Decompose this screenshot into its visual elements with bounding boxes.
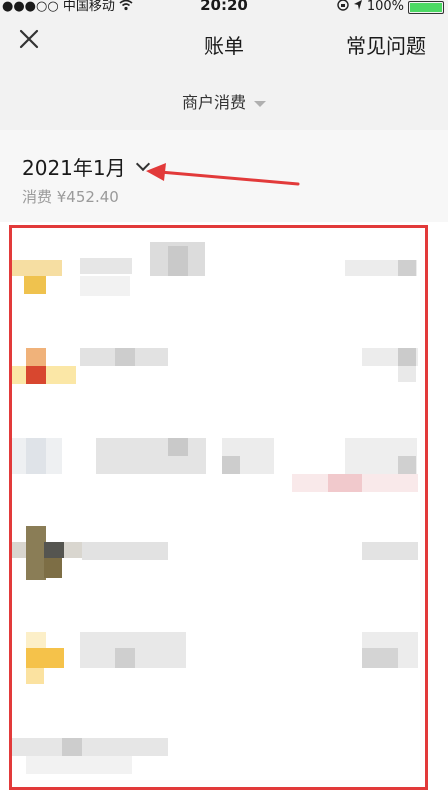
list-item[interactable]: [0, 340, 448, 430]
battery-icon: [408, 0, 444, 14]
rotation-lock-icon: [337, 0, 349, 15]
status-right: 100%: [337, 0, 444, 15]
monthly-total: 消费 ¥452.40: [22, 188, 119, 206]
nav-bar: 账单 常见问题: [0, 14, 448, 72]
list-item[interactable]: [0, 430, 448, 520]
caret-down-icon: [254, 100, 266, 107]
list-item[interactable]: [0, 232, 448, 322]
list-item[interactable]: [0, 522, 448, 612]
month-label: 2021年1月: [22, 156, 126, 180]
battery-percent: 100%: [366, 0, 404, 14]
location-icon: [353, 0, 363, 15]
list-item[interactable]: [0, 720, 448, 800]
transaction-list: [0, 222, 448, 800]
merchant-filter-dropdown[interactable]: 商户消费: [0, 89, 448, 113]
annotation-arrow: [146, 163, 300, 186]
filter-bar: 商户消费: [0, 72, 448, 130]
filter-label: 商户消费: [181, 93, 246, 112]
month-selector[interactable]: 2021年1月: [22, 152, 150, 181]
list-item[interactable]: [0, 622, 448, 712]
battery-level: [410, 2, 442, 12]
faq-link[interactable]: 常见问题: [346, 30, 426, 59]
status-bar: ●●●○○ 中国移动 20:20 100%: [0, 0, 448, 14]
